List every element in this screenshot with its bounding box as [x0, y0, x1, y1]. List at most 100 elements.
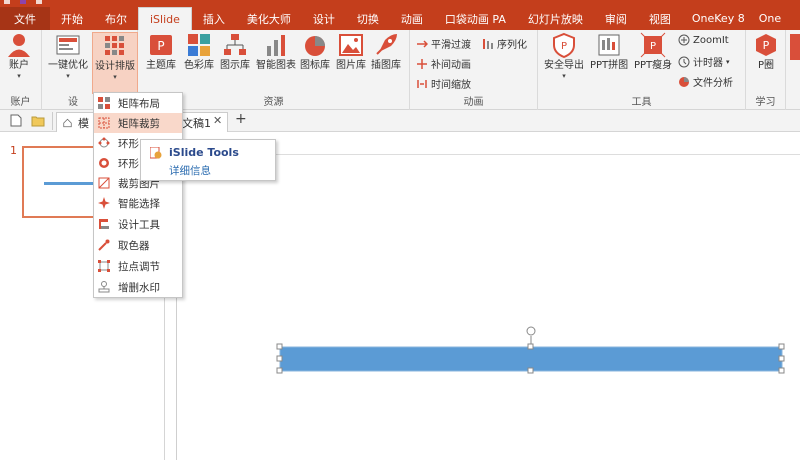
slide-shapes [276, 326, 785, 374]
timer-button[interactable]: 计时器 ▾ [678, 54, 730, 69]
smooth-icon [417, 39, 428, 48]
tab-pocket-animation[interactable]: 口袋动画 PA [434, 7, 517, 30]
tab-design[interactable]: 设计 [302, 7, 346, 30]
menu-item-matrix-layout[interactable]: 矩阵布局 [94, 93, 182, 113]
layout-dropdown-menu: 矩阵布局 矩阵裁剪 环形 环形 裁剪图片 智能选择 设计工具 取色器 拉点调节 … [93, 92, 183, 298]
islide-tools-icon [150, 147, 162, 159]
time-scale-button[interactable]: 时间缩放 [416, 76, 471, 91]
ring-crop-icon [99, 158, 109, 168]
tween-icon [417, 58, 427, 69]
menu-item-watermark[interactable]: 增删水印 [94, 277, 182, 297]
menu-item-point-adjust[interactable]: 拉点调节 [94, 256, 182, 276]
resize-handle [276, 367, 283, 374]
chevron-down-icon: ▾ [113, 73, 117, 81]
close-tab-icon[interactable]: ✕ [213, 114, 222, 127]
group-label-account: 账户 [10, 97, 31, 108]
quick-access-icons[interactable] [2, 0, 62, 7]
svg-text:P: P [650, 41, 656, 52]
tooltip-detail-link[interactable]: 详细信息 [169, 163, 211, 178]
tab-file[interactable]: 文件 [0, 7, 50, 30]
group-label-animation: 动画 [463, 97, 484, 108]
icon-library-button[interactable]: 图标库 [300, 32, 330, 72]
tab-view[interactable]: 视图 [638, 7, 682, 30]
slide-canvas[interactable] [176, 155, 800, 460]
smart-select-icon [98, 197, 110, 209]
sequence-button[interactable]: 序列化 [482, 36, 527, 51]
chevron-down-icon: ▾ [66, 72, 70, 80]
tab-home[interactable]: 开始 [50, 7, 94, 30]
resize-handle [778, 355, 785, 362]
rotate-handle [526, 326, 536, 336]
group-learn: P P圈 学习 [746, 30, 786, 110]
slim-icon: P [640, 32, 666, 58]
p-circle-icon: P [756, 34, 776, 56]
image-library-button[interactable]: 图片库 [336, 32, 366, 72]
illustration-library-button[interactable]: 插图库 [371, 32, 401, 72]
svg-text:P: P [763, 39, 770, 52]
menu-item-matrix-crop[interactable]: 矩阵裁剪 [94, 113, 182, 133]
chevron-down-icon: ▾ [17, 72, 21, 80]
svg-text:P: P [157, 39, 164, 53]
optimize-button[interactable]: 一键优化 ▾ [48, 32, 88, 80]
safe-export-button[interactable]: P 安全导出 ▾ [544, 32, 584, 80]
zoomit-button[interactable]: ZoomIt [678, 34, 729, 46]
tab-boolean[interactable]: 布尔 [94, 7, 138, 30]
title-bar [0, 0, 800, 7]
chevron-down-icon: ▾ [726, 57, 730, 66]
point-adjust-icon [98, 260, 110, 272]
file-analysis-button[interactable]: 文件分析 [678, 74, 733, 89]
user-icon [8, 34, 30, 57]
tab-slideshow[interactable]: 幻灯片放映 [517, 7, 594, 30]
tab-model[interactable]: 模 [56, 112, 96, 132]
ppt-slim-button[interactable]: P PPT瘦身 [634, 32, 672, 72]
color-library-button[interactable]: 色彩库 [184, 32, 214, 72]
group-tools: P 安全导出 ▾ PPT拼图 P PPT瘦身 ZoomIt 计时器 ▾ 文件分析… [538, 30, 746, 110]
tab-onekey[interactable]: OneKey 8 [682, 7, 755, 30]
theme-library-button[interactable]: P 主题库 [146, 32, 176, 72]
folder-icon[interactable] [31, 114, 45, 127]
smooth-transition-button[interactable]: 平滑过渡 [416, 36, 471, 51]
divider [52, 112, 53, 130]
chart-icon [267, 35, 285, 56]
color-library-icon [188, 34, 210, 56]
account-button[interactable]: 账户 ▾ [6, 32, 32, 80]
home-icon [63, 118, 72, 127]
crop-image-icon [98, 177, 110, 189]
optimize-icon [56, 35, 80, 55]
menu-item-smart-select[interactable]: 智能选择 [94, 193, 182, 213]
selected-rectangle [279, 346, 783, 372]
ribbon-tab-bar: 文件 开始 布尔 iSlide 插入 美化大师 设计 切换 动画 口袋动画 PA… [0, 7, 800, 30]
matrix-layout-icon [98, 97, 110, 109]
diagram-library-button[interactable]: 图示库 [220, 32, 250, 72]
group-animation: 平滑过渡 补间动画 时间缩放 序列化 动画 [410, 30, 538, 110]
new-document-icon[interactable] [9, 114, 23, 127]
tab-one[interactable]: One [755, 7, 785, 30]
svg-text:P: P [561, 41, 567, 52]
tab-insert[interactable]: 插入 [192, 7, 236, 30]
tab-islide[interactable]: iSlide [138, 7, 192, 30]
tab-beautify[interactable]: 美化大师 [236, 7, 302, 30]
theme-library-icon: P [150, 35, 172, 55]
tab-transitions[interactable]: 切换 [346, 7, 390, 30]
image-icon [339, 34, 363, 56]
design-tools-icon [99, 219, 109, 229]
pie-icon [305, 36, 325, 56]
tab-animations[interactable]: 动画 [390, 7, 434, 30]
tab-review[interactable]: 审阅 [594, 7, 638, 30]
zoom-icon [678, 34, 690, 46]
sequence-icon [483, 38, 493, 49]
p-circle-button[interactable]: P P圈 [753, 32, 779, 72]
chevron-down-icon: ▾ [562, 72, 566, 80]
resize-handle [527, 367, 534, 374]
ppt-stitch-button[interactable]: PPT拼图 [590, 32, 628, 72]
smart-chart-button[interactable]: 智能图表 [256, 32, 296, 72]
tween-animation-button[interactable]: 补间动画 [416, 56, 471, 71]
add-tab-icon[interactable]: + [235, 111, 247, 127]
menu-item-color-picker[interactable]: 取色器 [94, 235, 182, 255]
layout-button[interactable]: 设计排版 ▾ [92, 32, 138, 94]
overflow-icon[interactable] [790, 34, 800, 60]
menu-item-design-tools[interactable]: 设计工具 [94, 214, 182, 234]
resize-handle [276, 355, 283, 362]
analysis-icon [679, 76, 689, 87]
timer-icon [678, 56, 690, 67]
